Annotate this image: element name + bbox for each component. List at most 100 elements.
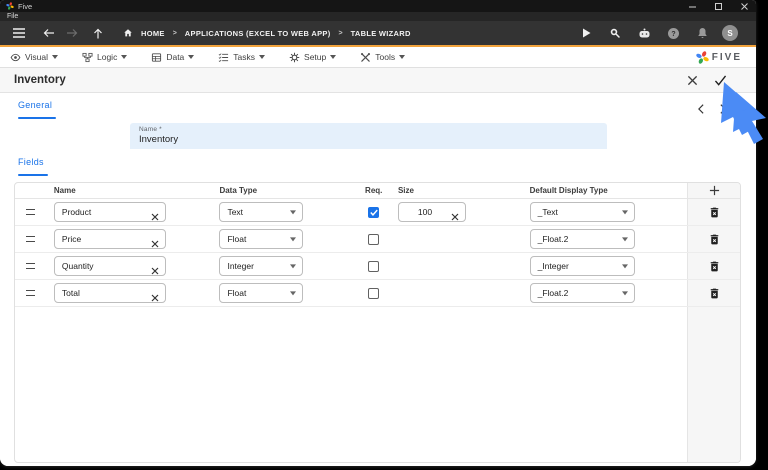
- back-arrow-icon[interactable]: [40, 24, 58, 42]
- breadcrumb-separator: >: [172, 29, 177, 37]
- data-type-select[interactable]: Float: [219, 283, 304, 303]
- logic-flow-icon: [82, 52, 93, 62]
- default-display-type-select[interactable]: _Float.2: [529, 229, 635, 249]
- cancel-close-button[interactable]: [684, 72, 701, 89]
- required-checkbox[interactable]: [368, 233, 380, 245]
- forward-arrow-icon[interactable]: [63, 24, 81, 42]
- required-checkbox[interactable]: [368, 206, 380, 218]
- menu-logic[interactable]: Logic: [82, 52, 128, 63]
- data-type-select[interactable]: Text: [219, 202, 304, 222]
- breadcrumb-page[interactable]: TABLE WIZARD: [351, 29, 411, 38]
- previous-record-chevron[interactable]: [694, 102, 708, 116]
- required-checkbox[interactable]: [368, 287, 380, 299]
- clear-icon[interactable]: [451, 208, 459, 221]
- hamburger-menu-icon[interactable]: [10, 24, 28, 42]
- assistant-bot-icon[interactable]: [635, 24, 653, 42]
- fields-table: Name Data Type Req. Size Default Display…: [14, 182, 741, 463]
- menu-data[interactable]: Data: [151, 52, 195, 63]
- next-record-chevron[interactable]: [716, 102, 730, 116]
- table-header-row: Name Data Type Req. Size Default Display…: [15, 183, 740, 199]
- drag-handle-icon[interactable]: [26, 263, 36, 269]
- page-title: Inventory: [14, 74, 66, 86]
- default-display-type-select[interactable]: _Text: [529, 202, 635, 222]
- breadcrumb-home[interactable]: HOME: [141, 29, 165, 38]
- delete-field-button[interactable]: [706, 204, 723, 221]
- menu-setup[interactable]: Setup: [289, 52, 337, 63]
- chevron-down-icon: [290, 210, 297, 215]
- form-content: General Name * Inventory Fields Name Dat…: [0, 93, 756, 466]
- chevron-down-icon: [52, 55, 58, 59]
- five-brand-logo: FIVE: [696, 47, 742, 68]
- chevron-down-icon: [290, 291, 297, 296]
- clear-icon[interactable]: [151, 235, 159, 248]
- drag-handle-icon[interactable]: [26, 236, 36, 242]
- notifications-bell-icon[interactable]: [693, 24, 711, 42]
- user-avatar[interactable]: S: [722, 25, 738, 41]
- help-icon[interactable]: ?: [664, 24, 682, 42]
- delete-field-button[interactable]: [706, 285, 723, 302]
- tasks-checklist-icon: [218, 52, 229, 62]
- chevron-down-icon: [621, 237, 628, 242]
- field-row-product: Product Text 100 _Text: [15, 199, 740, 226]
- field-name-input[interactable]: Product: [53, 202, 166, 222]
- name-field[interactable]: Name * Inventory: [130, 123, 607, 149]
- tab-fields-underline: [18, 174, 48, 176]
- chevron-down-icon: [330, 55, 337, 59]
- name-field-value: Inventory: [139, 134, 179, 145]
- clear-icon[interactable]: [151, 289, 159, 302]
- header-req: Req.: [365, 186, 383, 195]
- svg-text:?: ?: [671, 31, 675, 38]
- file-menu-bar: File: [0, 12, 756, 21]
- tools-icon: [361, 52, 371, 62]
- up-arrow-icon[interactable]: [89, 24, 107, 42]
- chevron-down-icon: [621, 210, 628, 215]
- save-confirm-button[interactable]: [712, 72, 729, 89]
- brand-text: FIVE: [711, 52, 742, 63]
- drag-handle-icon[interactable]: [26, 209, 36, 215]
- field-row-total: Total Float _Float.2: [15, 280, 740, 307]
- close-window-button[interactable]: [741, 2, 748, 10]
- default-display-type-select[interactable]: _Float.2: [529, 283, 635, 303]
- file-menu[interactable]: File: [7, 13, 18, 20]
- delete-field-button[interactable]: [706, 258, 723, 275]
- tab-fields[interactable]: Fields: [18, 157, 44, 167]
- home-icon[interactable]: [119, 24, 137, 42]
- default-display-type-select[interactable]: _Integer: [529, 256, 635, 276]
- maximize-button[interactable]: [715, 2, 722, 10]
- chevron-down-icon: [290, 237, 297, 242]
- five-logo-icon: [6, 2, 14, 10]
- window-title-bar: Five: [0, 0, 756, 12]
- run-play-icon[interactable]: [577, 24, 595, 42]
- data-type-select[interactable]: Integer: [219, 256, 304, 276]
- tab-general[interactable]: General: [18, 100, 52, 110]
- field-name-input[interactable]: Total: [53, 283, 166, 303]
- field-name-input[interactable]: Quantity: [53, 256, 166, 276]
- required-checkbox[interactable]: [368, 260, 380, 272]
- chevron-down-icon: [621, 264, 628, 269]
- record-header: Inventory: [0, 68, 756, 93]
- search-icon[interactable]: [606, 24, 624, 42]
- chevron-down-icon: [621, 291, 628, 296]
- chevron-down-icon: [121, 55, 128, 59]
- field-row-price: Price Float _Float.2: [15, 226, 740, 253]
- clear-icon[interactable]: [151, 208, 159, 221]
- breadcrumb-application[interactable]: APPLICATIONS (EXCEL TO WEB APP): [185, 29, 331, 38]
- chevron-down-icon: [290, 264, 297, 269]
- header-size: Size: [397, 186, 414, 195]
- clear-icon[interactable]: [151, 262, 159, 275]
- data-table-icon: [152, 52, 162, 62]
- size-input[interactable]: 100: [397, 202, 466, 222]
- menu-visual[interactable]: Visual: [10, 52, 58, 63]
- chevron-down-icon: [188, 55, 195, 59]
- add-field-button[interactable]: [706, 183, 723, 199]
- delete-field-button[interactable]: [706, 231, 723, 248]
- field-row-quantity: Quantity Integer _Integer: [15, 253, 740, 280]
- drag-handle-icon[interactable]: [26, 290, 36, 296]
- field-name-input[interactable]: Price: [53, 229, 166, 249]
- menu-tools[interactable]: Tools: [360, 52, 406, 63]
- gear-icon: [289, 52, 300, 62]
- menu-tasks[interactable]: Tasks: [218, 52, 266, 63]
- data-type-select[interactable]: Float: [219, 229, 304, 249]
- minimize-button[interactable]: [689, 3, 696, 10]
- chevron-down-icon: [259, 55, 266, 59]
